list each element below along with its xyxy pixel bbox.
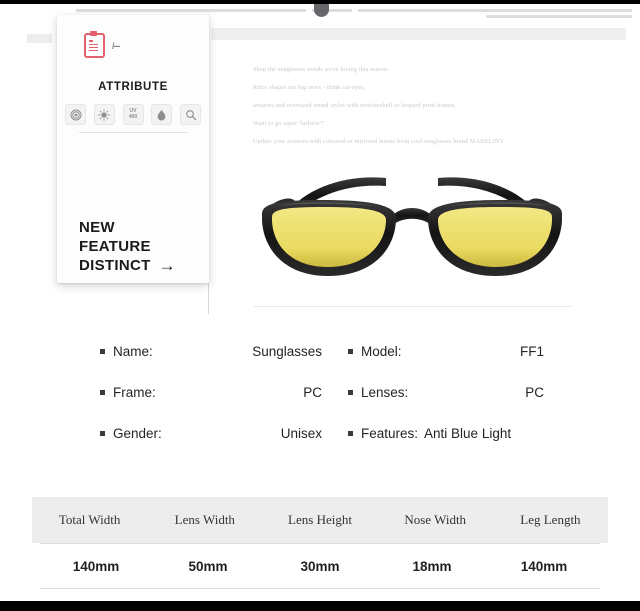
product-divider bbox=[254, 306, 572, 307]
arrow-right-icon[interactable]: → bbox=[159, 256, 176, 275]
column-header: Total Width bbox=[58, 512, 121, 527]
spec-item-lenses: Lenses: PC bbox=[348, 385, 570, 400]
bullet-icon bbox=[100, 431, 105, 436]
uv400-icon-bottom-label: 400 bbox=[128, 113, 138, 120]
card-brand-scribble: /--- bbox=[112, 40, 120, 51]
bullet-icon bbox=[348, 390, 353, 395]
card-brand-row: /--- bbox=[84, 31, 120, 58]
table-cell: 140mm bbox=[72, 558, 120, 574]
card-headline-line3: DISTINCT bbox=[79, 257, 151, 274]
column-header: Lens Width bbox=[174, 512, 235, 527]
spec-item-gender: Gender: Unisex bbox=[100, 426, 348, 441]
column-header: Nose Width bbox=[404, 512, 467, 527]
spec-label: Name: bbox=[113, 344, 153, 359]
bullet-icon bbox=[348, 349, 353, 354]
attribute-card[interactable]: /--- ATTRIBUTE UV 400 NEW FEATURE DISTIN… bbox=[57, 15, 209, 283]
spec-row: Gender: Unisex Features: Anti Blue Light bbox=[100, 426, 570, 441]
clipboard-icon bbox=[84, 31, 105, 58]
sidebar-placeholder-chip bbox=[27, 34, 52, 43]
specs-list: Name: Sunglasses Model: FF1 Frame: PC Le… bbox=[100, 344, 570, 467]
spec-label: Model: bbox=[361, 344, 402, 359]
sun-protection-icon[interactable] bbox=[93, 104, 115, 125]
spec-label: Gender: bbox=[113, 426, 162, 441]
uv400-icon[interactable]: UV 400 bbox=[122, 104, 144, 125]
spec-item-name: Name: Sunglasses bbox=[100, 344, 348, 359]
copy-line: Want to go super 'fashion'? bbox=[253, 120, 324, 127]
column-header: Leg Length bbox=[520, 512, 581, 527]
card-headline-line1: NEW bbox=[79, 219, 115, 236]
copy-line: Retro shapes are big news - think cat-ey… bbox=[253, 84, 366, 91]
copy-line: aviators and oversized round styles with… bbox=[253, 102, 457, 109]
table-cell: 18mm bbox=[412, 558, 452, 574]
bullet-icon bbox=[100, 390, 105, 395]
marketing-copy: Shop the sunglasses trends we're loving … bbox=[253, 66, 603, 156]
table-row: 140mm 50mm 30mm 18mm 140mm bbox=[40, 543, 600, 589]
copy-line: Update your aviators with coloured or mi… bbox=[253, 138, 506, 145]
bullet-icon bbox=[100, 349, 105, 354]
copy-line: Shop the sunglasses trends we're loving … bbox=[253, 66, 390, 73]
table-cell: 30mm bbox=[300, 558, 340, 574]
spec-value: PC bbox=[525, 385, 544, 400]
spec-value: PC bbox=[303, 385, 322, 400]
spec-value: FF1 bbox=[519, 344, 544, 359]
magnifier-icon[interactable] bbox=[180, 104, 201, 125]
sunglasses-product-photo bbox=[236, 162, 588, 292]
spec-item-features: Features: Anti Blue Light bbox=[348, 426, 570, 441]
spec-value: Anti Blue Light bbox=[424, 426, 512, 441]
product-detail-screenshot: /--- ATTRIBUTE UV 400 NEW FEATURE DISTIN… bbox=[0, 0, 640, 611]
spec-row: Name: Sunglasses Model: FF1 bbox=[100, 344, 570, 359]
spec-item-frame: Frame: PC bbox=[100, 385, 348, 400]
measurements-header-row: Total Width Lens Width Lens Height Nose … bbox=[32, 497, 608, 543]
spec-row: Frame: PC Lenses: PC bbox=[100, 385, 570, 400]
column-header: Lens Height bbox=[288, 512, 352, 527]
attribute-icon-row: UV 400 bbox=[65, 104, 201, 125]
attribute-divider bbox=[79, 132, 187, 133]
spec-item-model: Model: FF1 bbox=[348, 344, 570, 359]
card-headline: NEW FEATURE DISTINCT → bbox=[79, 218, 176, 275]
spec-label: Frame: bbox=[113, 385, 156, 400]
spec-label: Lenses: bbox=[361, 385, 409, 400]
table-cell: 140mm bbox=[520, 558, 568, 574]
content-placeholder-band bbox=[211, 28, 626, 40]
pin-badge-icon bbox=[314, 4, 329, 17]
table-cell: 50mm bbox=[188, 558, 228, 574]
spec-label: Features: bbox=[361, 426, 419, 441]
bullet-icon bbox=[348, 431, 353, 436]
spiral-lens-icon[interactable] bbox=[65, 104, 86, 125]
spec-value: Unisex bbox=[280, 426, 322, 441]
attribute-card-title: ATTRIBUTE bbox=[98, 81, 168, 93]
letterbox-bottom bbox=[0, 601, 640, 611]
card-headline-line2: FEATURE bbox=[79, 238, 151, 255]
water-drop-icon[interactable] bbox=[151, 104, 173, 125]
measurements-table: Total Width Lens Width Lens Height Nose … bbox=[32, 497, 608, 589]
spec-value: Sunglasses bbox=[252, 344, 322, 359]
